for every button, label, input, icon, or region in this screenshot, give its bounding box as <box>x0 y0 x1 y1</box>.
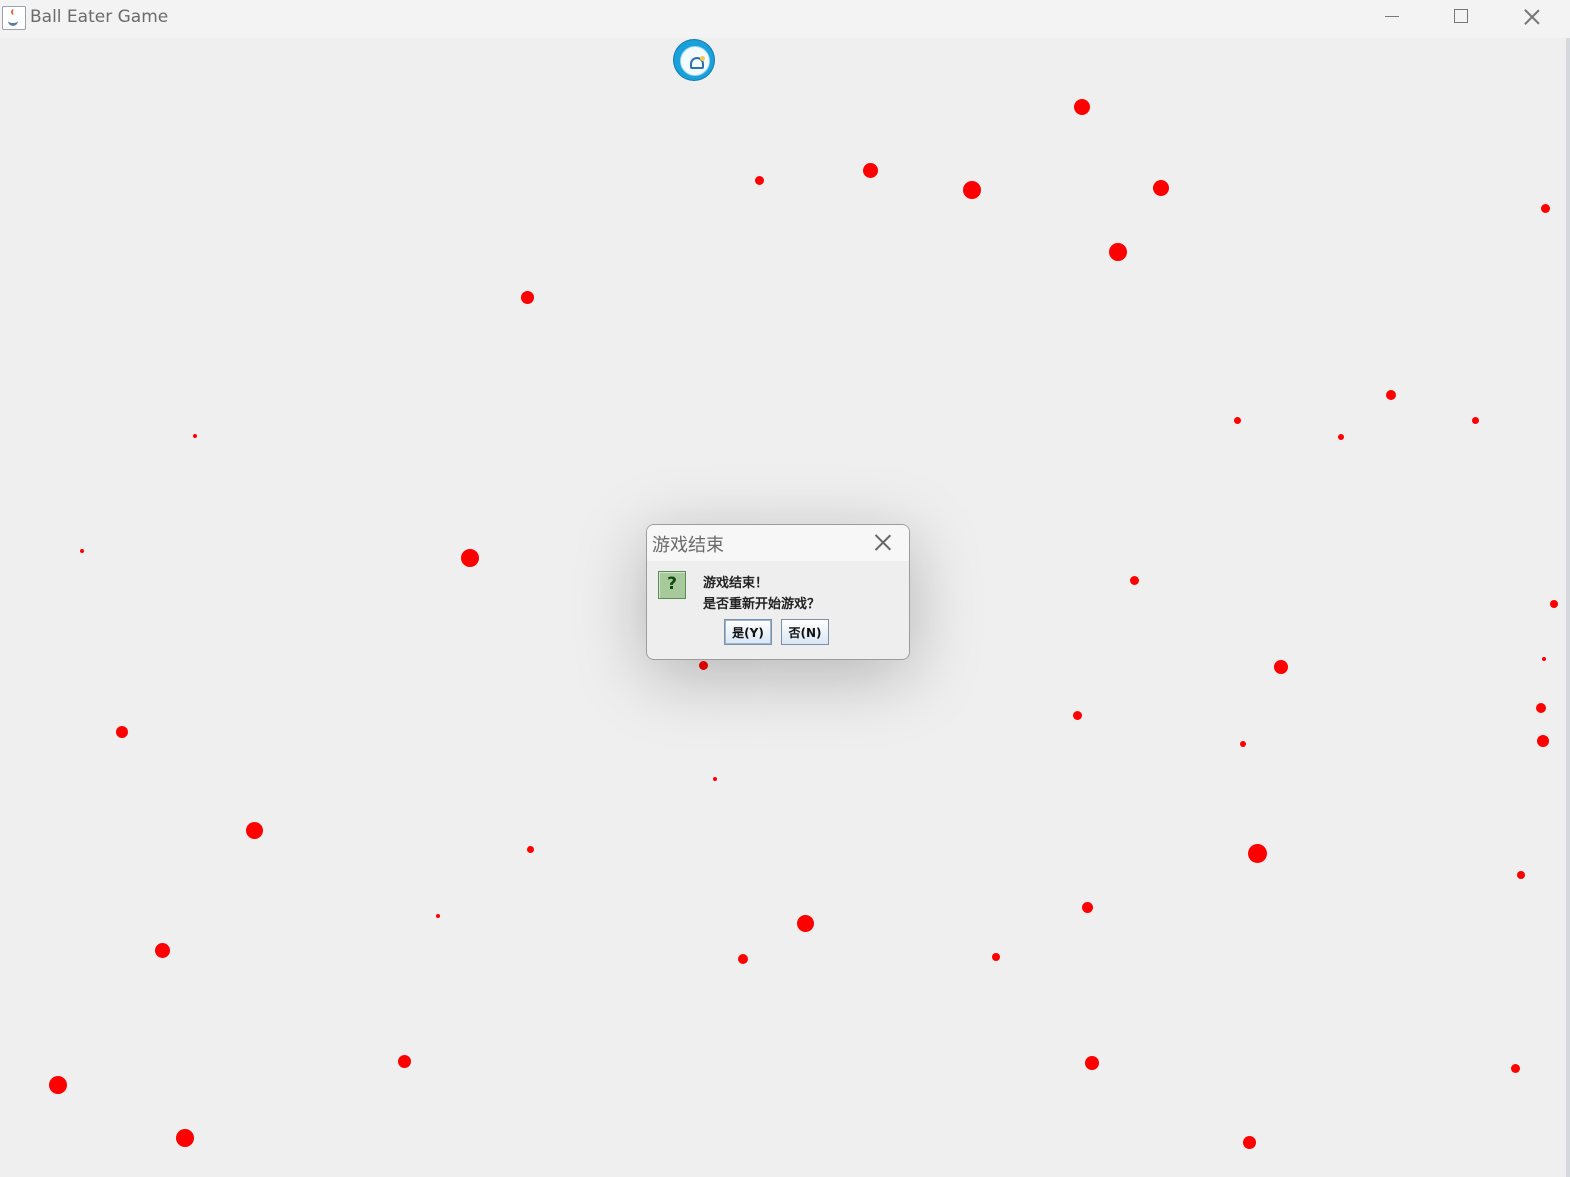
food-ball-11 <box>1338 434 1344 440</box>
food-ball-39 <box>1510 1063 1520 1073</box>
food-ball-28 <box>526 845 534 853</box>
food-ball-6 <box>1109 243 1127 261</box>
food-ball-8 <box>520 290 534 304</box>
food-ball-3 <box>862 162 878 178</box>
food-ball-26 <box>713 777 717 781</box>
food-ball-7 <box>1540 203 1550 213</box>
food-ball-25 <box>1240 741 1246 747</box>
food-ball-29 <box>1247 843 1267 863</box>
dialog-title: 游戏结束 <box>652 535 724 556</box>
food-ball-22 <box>1536 703 1546 713</box>
food-ball-4 <box>963 181 981 199</box>
food-ball-30 <box>1517 871 1525 879</box>
food-ball-42 <box>1242 1135 1256 1149</box>
food-ball-12 <box>1471 416 1479 424</box>
food-ball-24 <box>116 726 128 738</box>
food-ball-14 <box>80 549 84 553</box>
food-ball-5 <box>1153 180 1169 196</box>
food-ball-34 <box>154 942 170 958</box>
food-ball-18 <box>698 660 708 670</box>
food-ball-33 <box>436 914 440 918</box>
food-ball-35 <box>738 954 748 964</box>
food-ball-21 <box>1072 710 1082 720</box>
player-ball-icon <box>674 40 714 80</box>
food-ball-15 <box>461 549 479 567</box>
food-ball-2 <box>754 175 764 185</box>
question-icon: ? <box>658 571 686 599</box>
food-ball-40 <box>49 1076 67 1094</box>
food-ball-31 <box>1081 901 1093 913</box>
restart-no-button[interactable]: 否(N) <box>781 619 829 645</box>
food-ball-27 <box>245 821 263 839</box>
food-ball-32 <box>796 914 814 932</box>
game-over-dialog: 游戏结束 ? 游戏结束！ 是否重新开始游戏？ 是(Y) 否(N) <box>646 524 910 660</box>
food-ball-19 <box>1274 660 1288 674</box>
food-ball-13 <box>193 434 197 438</box>
food-ball-23 <box>1537 735 1549 747</box>
dialog-close-button[interactable] <box>871 531 895 555</box>
food-ball-17 <box>1550 600 1558 608</box>
dialog-title-bar: 游戏结束 <box>647 525 909 561</box>
food-ball-36 <box>992 953 1000 961</box>
food-ball-37 <box>397 1054 411 1068</box>
food-ball-41 <box>176 1129 194 1147</box>
food-ball-9 <box>1386 390 1396 400</box>
dialog-message-line-1: 游戏结束！ <box>703 576 769 591</box>
food-ball-20 <box>1542 657 1546 661</box>
dialog-message-line-2: 是否重新开始游戏？ <box>703 597 821 612</box>
player-ball-face <box>680 46 710 76</box>
food-ball-1 <box>1074 99 1090 115</box>
player-dot-icon <box>700 56 705 61</box>
food-ball-10 <box>1233 416 1241 424</box>
food-ball-38 <box>1085 1056 1099 1070</box>
restart-yes-button[interactable]: 是(Y) <box>724 619 772 645</box>
food-ball-16 <box>1129 575 1139 585</box>
